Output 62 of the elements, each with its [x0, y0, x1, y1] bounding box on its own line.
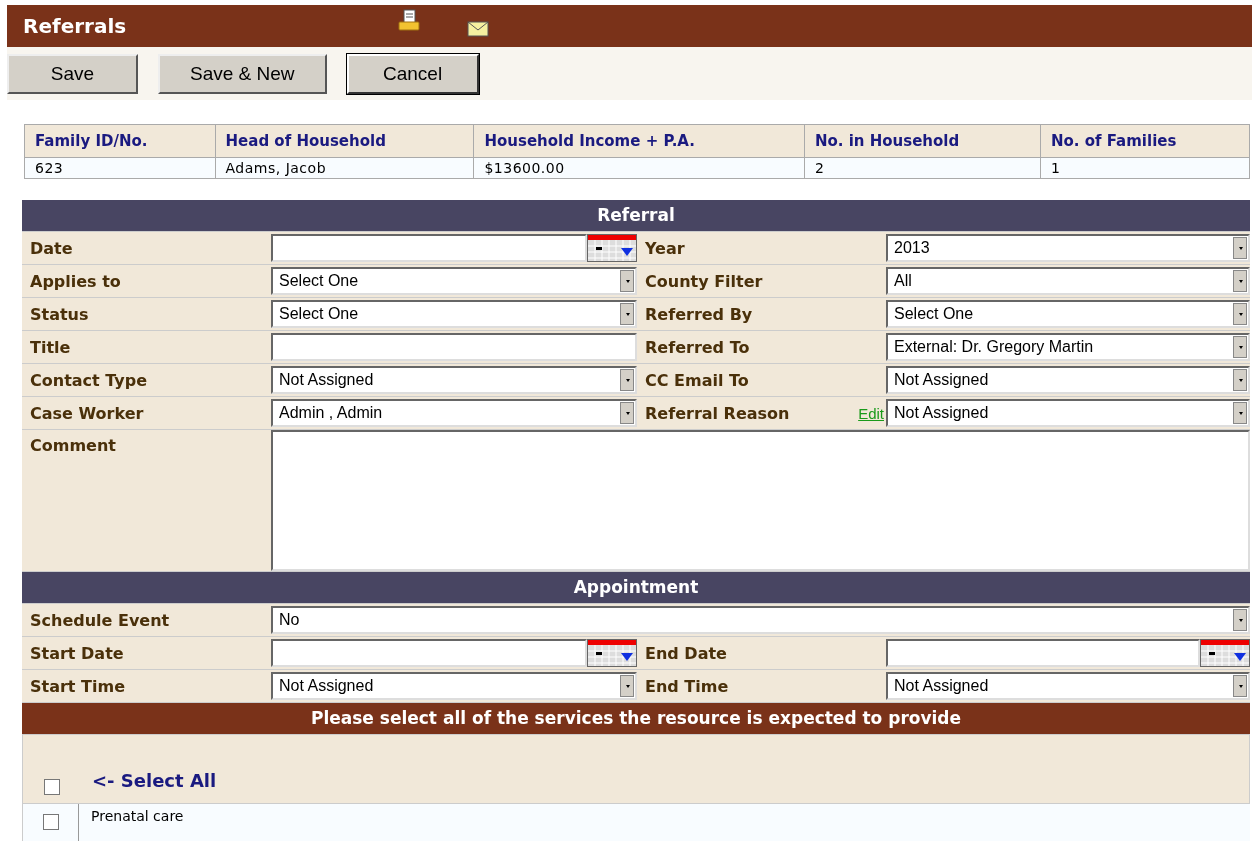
- field-label: Title: [30, 337, 71, 357]
- select-field[interactable]: No: [271, 606, 1250, 634]
- printer-icon[interactable]: [397, 9, 421, 33]
- toolbar-button[interactable]: Save & New: [158, 53, 327, 94]
- field-label: End Date: [645, 643, 727, 663]
- select-field[interactable]: Not Assigned: [886, 672, 1250, 700]
- column-header: Household Income + P.A.: [473, 124, 805, 158]
- checkbox[interactable]: [42, 814, 59, 830]
- select-field[interactable]: All: [886, 267, 1250, 295]
- table-cell: $13600.00: [473, 157, 805, 179]
- calendar-icon[interactable]: [1200, 639, 1250, 667]
- select-field[interactable]: Not Assigned: [271, 366, 637, 394]
- field-label: Contact Type: [30, 370, 148, 390]
- section-header: Appointment: [22, 572, 1250, 603]
- toolbar-button[interactable]: Save: [7, 53, 138, 94]
- select-field[interactable]: Not Assigned: [886, 399, 1250, 427]
- field-label: Date: [30, 238, 73, 258]
- calendar-icon[interactable]: [587, 639, 637, 667]
- select-field[interactable]: 2013: [886, 234, 1250, 262]
- table-cell: 1: [1040, 157, 1250, 179]
- section-header: Referral: [22, 200, 1250, 231]
- field-label: Status: [30, 304, 89, 324]
- field-label: Start Date: [30, 643, 124, 663]
- select-field[interactable]: Select One: [271, 267, 637, 295]
- checkbox[interactable]: [44, 779, 60, 795]
- field-label: Applies to: [30, 271, 121, 291]
- field-label: Comment: [30, 436, 116, 455]
- select-field[interactable]: Select One: [886, 300, 1250, 328]
- field-label: Referred To: [645, 337, 750, 357]
- date-field[interactable]: [886, 639, 1200, 667]
- select-field[interactable]: Admin , Admin: [271, 399, 637, 427]
- toolbar-button[interactable]: Cancel: [346, 53, 479, 94]
- column-header: Family ID/No.: [24, 124, 216, 158]
- section-header: Please select all of the services the resource is expected to provide: [22, 703, 1250, 734]
- field-label: Case Worker: [30, 403, 144, 423]
- table-cell: 2: [804, 157, 1041, 179]
- envelope-icon[interactable]: [467, 21, 489, 37]
- select-field[interactable]: Select One: [271, 300, 637, 328]
- field-label: Referred By: [645, 304, 753, 324]
- column-header: Head of Household: [215, 124, 474, 158]
- date-field[interactable]: [271, 234, 587, 262]
- field-label: Referral Reason: [645, 403, 790, 423]
- field-label: CC Email To: [645, 370, 749, 390]
- field-label: Start Time: [30, 676, 125, 696]
- input-field[interactable]: [271, 333, 637, 361]
- date-field[interactable]: [271, 639, 587, 667]
- table-cell: 623: [24, 157, 216, 179]
- select-field[interactable]: Not Assigned: [271, 672, 637, 700]
- field-label: End Time: [645, 676, 729, 696]
- calendar-icon[interactable]: [587, 234, 637, 262]
- comment-field[interactable]: [271, 430, 1250, 571]
- select-field[interactable]: External: Dr. Gregory Martin: [886, 333, 1250, 361]
- table-cell: Adams, Jacob: [215, 157, 474, 179]
- field-label: Schedule Event: [30, 610, 170, 630]
- column-header: No. of Families: [1040, 124, 1250, 158]
- service-label: Prenatal care: [90, 807, 185, 826]
- select-field[interactable]: Not Assigned: [886, 366, 1250, 394]
- page-title: Referrals: [23, 14, 127, 38]
- column-header: No. in Household: [804, 124, 1041, 158]
- field-label: County Filter: [645, 271, 763, 291]
- field-label: Year: [645, 238, 685, 258]
- select-all-link[interactable]: <- Select All: [92, 770, 217, 791]
